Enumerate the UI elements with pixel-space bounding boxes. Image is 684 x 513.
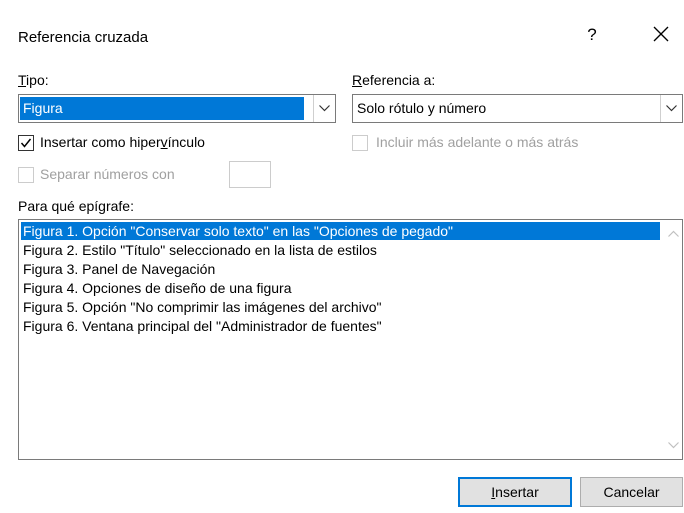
dialog-title: Referencia cruzada [18, 29, 149, 46]
insert-hyperlink-label: Insertar como hipervínculo [40, 134, 205, 150]
cancel-button[interactable]: Cancelar [580, 477, 683, 507]
tipo-label-rest: ipo: [26, 72, 49, 88]
list-item[interactable]: Figura 4. Opciones de diseño de una figu… [21, 279, 292, 297]
chevron-down-icon [319, 105, 330, 112]
help-button[interactable]: ? [580, 22, 604, 48]
referencia-combobox[interactable]: Solo rótulo y número [352, 94, 683, 123]
insert-hyperlink-text-a: Insertar como hiper [40, 134, 161, 150]
include-above-below-label: Incluir más adelante o más atrás [376, 134, 579, 150]
referencia-value: Solo rótulo y número [357, 100, 487, 116]
list-item[interactable]: Figura 3. Panel de Navegación [21, 260, 215, 278]
checkmark-icon [20, 138, 32, 148]
list-item[interactable]: Figura 2. Estilo "Título" seleccionado e… [21, 241, 377, 259]
captions-listbox[interactable]: Figura 1. Opción "Conservar solo texto" … [18, 219, 683, 460]
cross-reference-dialog: Referencia cruzada ? Tipo: Figura Refere… [0, 0, 684, 513]
scroll-up-icon[interactable] [668, 230, 679, 237]
scroll-down-icon[interactable] [668, 442, 679, 449]
chevron-down-icon [666, 105, 677, 112]
list-item[interactable]: Figura 6. Ventana principal del "Adminis… [21, 317, 382, 335]
insert-hyperlink-text-b: ínculo [167, 134, 205, 150]
include-above-below-checkbox[interactable] [352, 135, 368, 151]
insert-button-label: nsertar [495, 484, 539, 500]
list-item[interactable]: Figura 5. Opción "No comprimir las imáge… [21, 298, 382, 316]
tipo-combobox[interactable]: Figura [18, 94, 336, 123]
tipo-label-accelerator: T [18, 72, 27, 88]
separate-numbers-checkbox[interactable] [18, 167, 34, 183]
referencia-dropdown-button[interactable] [660, 95, 682, 122]
insert-hyperlink-checkbox[interactable] [18, 135, 34, 151]
referencia-label-rest: eferencia a: [362, 72, 436, 88]
referencia-label-accelerator: R [352, 72, 363, 88]
referencia-label: Referencia a: [352, 72, 435, 88]
captions-label: Para qué epígrafe: [18, 198, 134, 214]
close-button[interactable] [646, 22, 676, 50]
tipo-label: Tipo: [18, 72, 49, 88]
separator-input[interactable] [229, 161, 271, 188]
separate-numbers-label: Separar números con [40, 166, 175, 182]
insert-button[interactable]: Insertar [458, 477, 572, 507]
insert-hyperlink-accelerator: v [160, 134, 168, 150]
tipo-value: Figura [20, 97, 304, 120]
list-item[interactable]: Figura 1. Opción "Conservar solo texto" … [21, 222, 660, 240]
close-icon [653, 26, 669, 42]
title-bar: Referencia cruzada ? [0, 0, 684, 54]
tipo-dropdown-button[interactable] [313, 95, 335, 122]
